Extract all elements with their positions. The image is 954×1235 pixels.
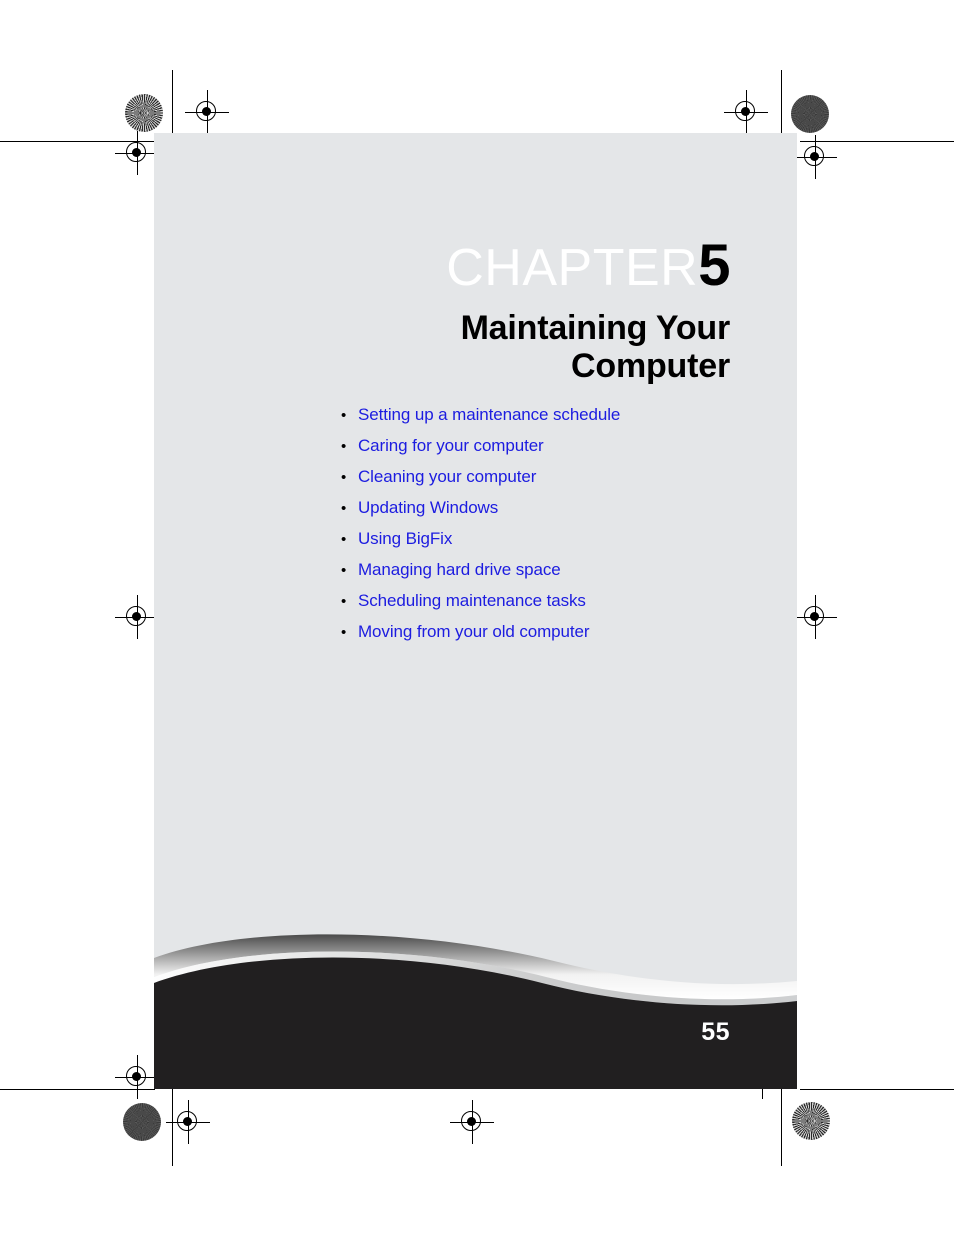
bullet-icon: • <box>341 438 347 455</box>
topic-list-item[interactable]: • Updating Windows <box>341 498 620 529</box>
bullet-icon: • <box>341 593 347 610</box>
crop-mark-bottom-right-horizontal <box>800 1089 954 1090</box>
chapter-label-line: CHAPTER5 <box>154 237 730 295</box>
topic-link[interactable]: Using BigFix <box>358 529 452 549</box>
topic-list-item[interactable]: • Cleaning your computer <box>341 467 620 498</box>
chapter-label: CHAPTER <box>446 239 699 297</box>
registration-target-top-right-outer <box>793 135 837 179</box>
topic-link[interactable]: Updating Windows <box>358 498 498 518</box>
registration-target-mid-left <box>115 595 159 639</box>
topic-list-item[interactable]: • Caring for your computer <box>341 436 620 467</box>
page-title: Maintaining Your Computer <box>154 309 731 386</box>
topic-link[interactable]: Scheduling maintenance tasks <box>358 591 586 611</box>
topic-list-item[interactable]: • Scheduling maintenance tasks <box>341 591 620 622</box>
bullet-icon: • <box>341 469 347 486</box>
bullet-icon: • <box>341 624 347 641</box>
registration-target-bottom-center <box>450 1100 494 1144</box>
topic-link[interactable]: Setting up a maintenance schedule <box>358 405 620 425</box>
rosette-target-top-left <box>125 94 163 132</box>
chapter-number: 5 <box>698 233 730 298</box>
bullet-icon: • <box>341 500 347 517</box>
bullet-icon: • <box>341 531 347 548</box>
registration-target-top-left-outer <box>115 131 159 175</box>
registration-target-bottom-left-inner <box>166 1100 210 1144</box>
crop-mark-top-right-horizontal <box>800 141 954 142</box>
crop-mark-bottom-left-horizontal <box>0 1089 155 1090</box>
registration-target-mid-right <box>793 595 837 639</box>
topic-link[interactable]: Managing hard drive space <box>358 560 561 580</box>
footer-wave-graphic <box>154 934 797 1089</box>
topic-link[interactable]: Moving from your old computer <box>358 622 590 642</box>
topic-link[interactable]: Caring for your computer <box>358 436 544 456</box>
crop-mark-top-left-horizontal <box>0 141 155 142</box>
rosette-target-bottom-left <box>123 1103 161 1141</box>
page-title-line-2: Computer <box>571 347 730 386</box>
topic-list-item[interactable]: • Setting up a maintenance schedule <box>341 405 620 436</box>
topic-list-item[interactable]: • Managing hard drive space <box>341 560 620 591</box>
page-content-panel: CHAPTER5 Maintaining Your Computer • Sett… <box>154 133 797 1089</box>
registration-target-top-left-inner <box>185 90 229 134</box>
rosette-target-bottom-right <box>792 1102 830 1140</box>
bullet-icon: • <box>341 407 347 424</box>
rosette-target-top-right <box>791 95 829 133</box>
registration-target-bottom-left-outer <box>115 1055 159 1099</box>
page-title-line-1: Maintaining Your <box>460 309 731 347</box>
chapter-topic-list: • Setting up a maintenance schedule • Carin… <box>341 405 620 653</box>
chapter-heading-block: CHAPTER5 Maintaining Your Computer <box>154 237 730 386</box>
topic-link[interactable]: Cleaning your computer <box>358 467 536 487</box>
bullet-icon: • <box>341 562 347 579</box>
topic-list-item[interactable]: • Moving from your old computer <box>341 622 620 653</box>
print-sheet: CHAPTER5 Maintaining Your Computer • Sett… <box>0 0 954 1235</box>
topic-list-item[interactable]: • Using BigFix <box>341 529 620 560</box>
registration-target-top-right-inner <box>724 90 768 134</box>
page-number: 55 <box>701 1018 730 1046</box>
